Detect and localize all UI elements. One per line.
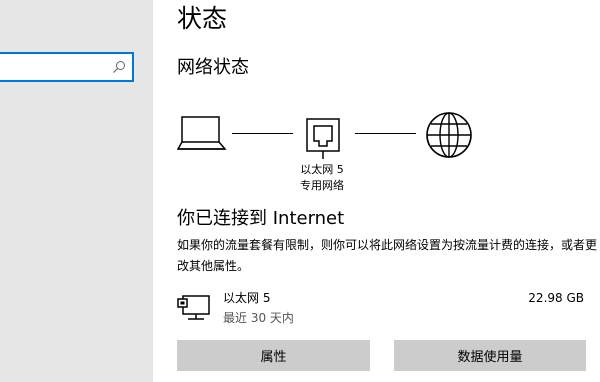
- page-title: 状态: [177, 4, 228, 33]
- adapter-label-name: 以太网 5: [300, 163, 344, 176]
- metered-connection-description: 如果你的流量套餐有限制，则你可以将此网络设置为按流量计费的连接，或者更改其他属性…: [177, 238, 598, 273]
- section-title: 网络状态: [177, 57, 249, 78]
- adapter-usage-period: 最近 30 天内: [223, 311, 294, 325]
- adapter-label: 以太网 5 专用网络: [291, 162, 353, 194]
- connection-line-right: [355, 133, 416, 134]
- laptop-icon: [177, 116, 227, 150]
- adapter-label-network-type: 专用网络: [300, 179, 344, 192]
- adapter-data-usage: 22.98 GB: [528, 291, 584, 305]
- properties-button[interactable]: 属性: [177, 340, 370, 371]
- search-icon[interactable]: [112, 60, 126, 74]
- ethernet-adapter-icon: [177, 295, 210, 320]
- sidebar: [0, 0, 153, 382]
- globe-icon: [426, 112, 472, 158]
- connection-line-left: [232, 133, 293, 134]
- ethernet-port-icon: [306, 118, 340, 159]
- main-panel: 状态 网络状态 以太网 5 专用网络 你已连接到 Internet 如果你的流量…: [153, 0, 600, 382]
- search-input[interactable]: [0, 52, 134, 82]
- data-usage-button[interactable]: 数据使用量: [394, 340, 586, 371]
- connection-status-heading: 你已连接到 Internet: [177, 208, 345, 229]
- adapter-name: 以太网 5: [223, 291, 271, 305]
